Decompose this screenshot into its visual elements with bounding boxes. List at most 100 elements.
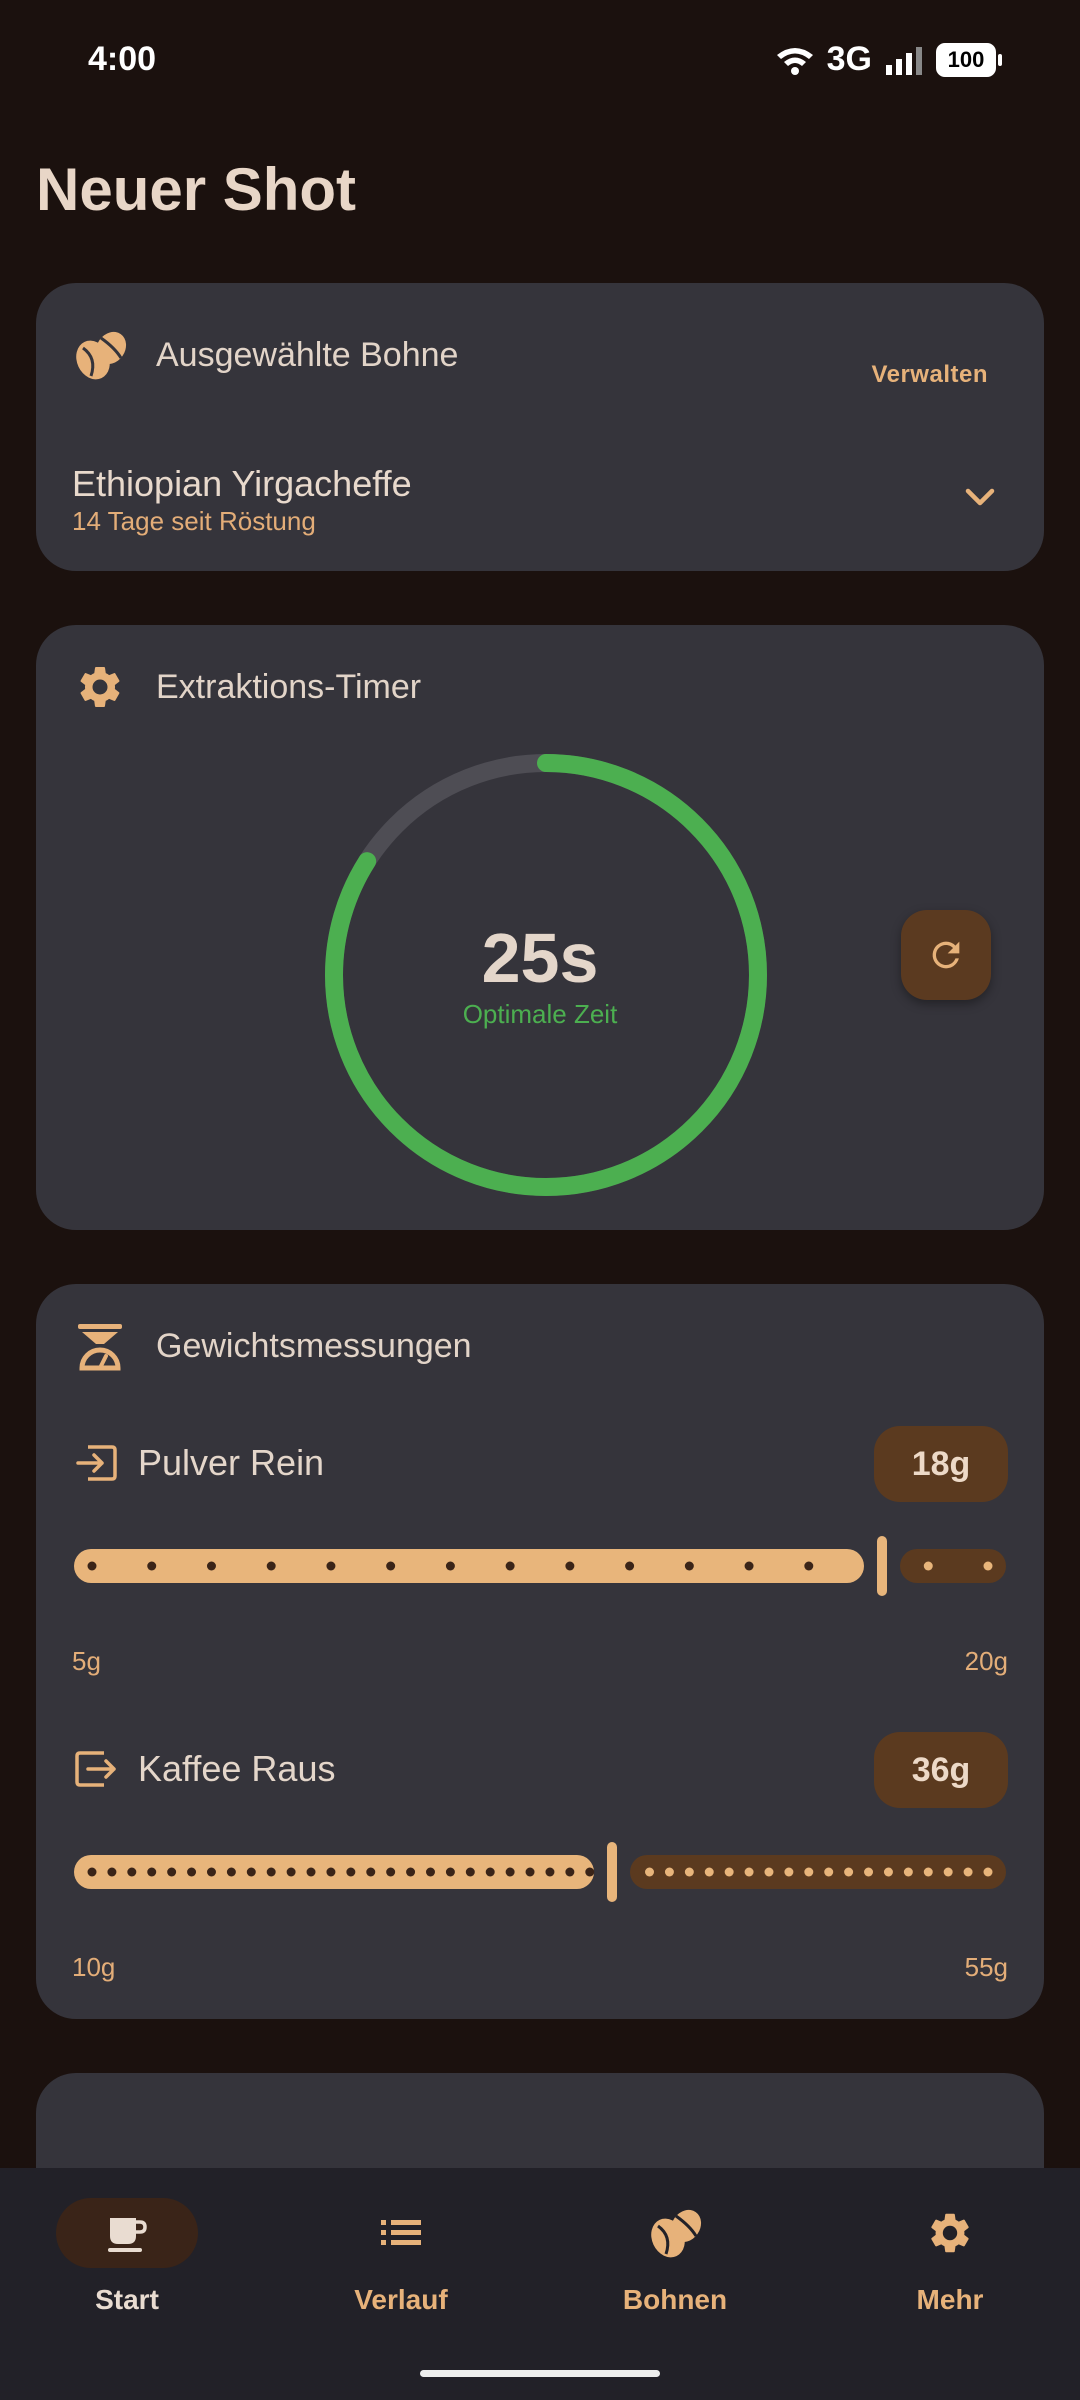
yield-slider-tick: [147, 1867, 157, 1877]
manage-beans-link[interactable]: Verwalten: [871, 361, 988, 389]
bottom-nav: Start Verlauf Bohnen Mehr: [0, 2168, 1080, 2400]
bean-card: Ausgewählte Bohne Verwalten Ethiopian Yi…: [36, 283, 1044, 571]
coffee-bean-icon: [651, 2209, 702, 2258]
chevron-down-icon[interactable]: [956, 473, 1004, 521]
yield-row: Kaffee Raus: [74, 1748, 335, 1790]
dose-slider-tick: [87, 1561, 97, 1571]
yield-slider-tick: [824, 1867, 834, 1877]
battery-level: 100: [947, 46, 985, 72]
status-bar: 4:00 3G 100: [0, 0, 1080, 120]
bean-name[interactable]: Ethiopian Yirgacheffe: [72, 463, 412, 505]
yield-slider-tick: [306, 1867, 316, 1877]
dose-label: Pulver Rein: [138, 1442, 325, 1483]
dose-max-label: 20g: [964, 1646, 1008, 1676]
yield-slider-tick: [246, 1867, 256, 1877]
output-icon: [75, 1751, 116, 1787]
yield-slider-tick: [465, 1867, 475, 1877]
yield-slider-tick: [545, 1867, 555, 1877]
yield-slider-tick: [525, 1867, 535, 1877]
yield-slider-tick: [645, 1867, 655, 1877]
yield-slider-tick: [963, 1867, 973, 1877]
home-indicator: [420, 2370, 660, 2377]
dose-slider-tick: [625, 1561, 635, 1571]
nav-item-bohnen[interactable]: Bohnen: [575, 2198, 775, 2316]
yield-slider-tick: [127, 1867, 137, 1877]
refresh-icon: [932, 941, 960, 969]
dose-slider[interactable]: [74, 1536, 1006, 1596]
dose-row: Pulver Rein: [74, 1442, 324, 1484]
weight-card-title: Gewichtsmessungen: [156, 1326, 472, 1365]
dose-value-badge: 18g: [874, 1426, 1008, 1502]
signal-icon: [886, 46, 922, 75]
yield-slider-tick: [724, 1867, 734, 1877]
timer-card-title: Extraktions-Timer: [156, 667, 422, 706]
yield-slider-tick: [286, 1867, 296, 1877]
bean-card-header: Ausgewählte Bohne: [70, 325, 458, 385]
dose-slider-tick: [505, 1561, 515, 1571]
yield-slider-tick: [326, 1867, 336, 1877]
timer-value: 25s: [481, 919, 599, 997]
yield-slider-tick: [485, 1867, 495, 1877]
yield-slider-tick: [206, 1867, 216, 1877]
battery-icon: 100: [936, 42, 1002, 77]
yield-slider-tick: [844, 1867, 854, 1877]
nav-label-verlauf: Verlauf: [354, 2284, 448, 2315]
weight-card-header: Gewichtsmessungen: [70, 1316, 472, 1376]
yield-slider-thumb: [607, 1842, 617, 1902]
weight-card: Gewichtsmessungen Pulver Rein 18g 5g 20g…: [36, 1284, 1044, 2019]
input-icon: [76, 1445, 117, 1481]
dose-slider-thumb: [877, 1536, 887, 1596]
status-time: 4:00: [88, 40, 157, 78]
dose-slider-tick: [386, 1561, 396, 1571]
yield-slider-tick: [903, 1867, 913, 1877]
dose-slider-tick: [804, 1561, 814, 1571]
yield-slider-tick: [87, 1867, 97, 1877]
nav-item-start[interactable]: Start: [27, 2198, 227, 2316]
network-type: 3G: [826, 40, 872, 78]
yield-value-badge: 36g: [874, 1732, 1008, 1808]
nav-item-mehr[interactable]: Mehr: [850, 2198, 1050, 2316]
yield-slider[interactable]: [74, 1842, 1006, 1902]
dose-slider-tick: [744, 1561, 754, 1571]
yield-slider-tick: [943, 1867, 953, 1877]
timer-card: Extraktions-Timer 25s Optimale Zeit: [36, 625, 1044, 1230]
nav-pill-bohnen: [604, 2198, 746, 2268]
nav-label-mehr: Mehr: [916, 2284, 984, 2315]
yield-slider-tick: [704, 1867, 714, 1877]
yield-label: Kaffee Raus: [138, 1748, 336, 1789]
nav-item-verlauf[interactable]: Verlauf: [301, 2198, 501, 2316]
yield-slider-tick: [923, 1867, 933, 1877]
yield-min-label: 10g: [72, 1952, 116, 1982]
gear-icon: [931, 2213, 969, 2253]
dose-min-label: 5g: [72, 1646, 101, 1676]
timer-status: Optimale Zeit: [462, 999, 618, 1029]
yield-slider-tick: [187, 1867, 197, 1877]
roast-info: 14 Tage seit Röstung: [72, 506, 316, 536]
wifi-icon: [776, 47, 813, 75]
dose-slider-tick: [684, 1561, 694, 1571]
dose-slider-tick: [326, 1561, 336, 1571]
dose-slider-tick: [445, 1561, 455, 1571]
yield-slider-tick: [744, 1867, 754, 1877]
yield-slider-tick: [983, 1867, 993, 1877]
dose-slider-tick: [206, 1561, 216, 1571]
nav-pill-verlauf: [330, 2198, 472, 2268]
reset-timer-button[interactable]: [901, 910, 991, 1000]
dose-slider-tick: [983, 1561, 993, 1571]
yield-slider-tick: [684, 1867, 694, 1877]
yield-slider-tick: [585, 1867, 595, 1877]
bean-card-title: Ausgewählte Bohne: [156, 335, 459, 374]
yield-slider-tick: [346, 1867, 356, 1877]
coffee-cup-icon: [108, 2218, 147, 2252]
dose-slider-tick: [923, 1561, 933, 1571]
yield-slider-tick: [883, 1867, 893, 1877]
yield-slider-tick: [425, 1867, 435, 1877]
yield-slider-tick: [445, 1867, 455, 1877]
timer-card-header: Extraktions-Timer: [70, 657, 421, 717]
list-icon: [381, 2220, 421, 2245]
nav-pill-start: [56, 2198, 198, 2268]
yield-slider-tick: [386, 1867, 396, 1877]
yield-slider-tick: [664, 1867, 674, 1877]
yield-slider-tick: [784, 1867, 794, 1877]
dose-slider-tick: [266, 1561, 276, 1571]
